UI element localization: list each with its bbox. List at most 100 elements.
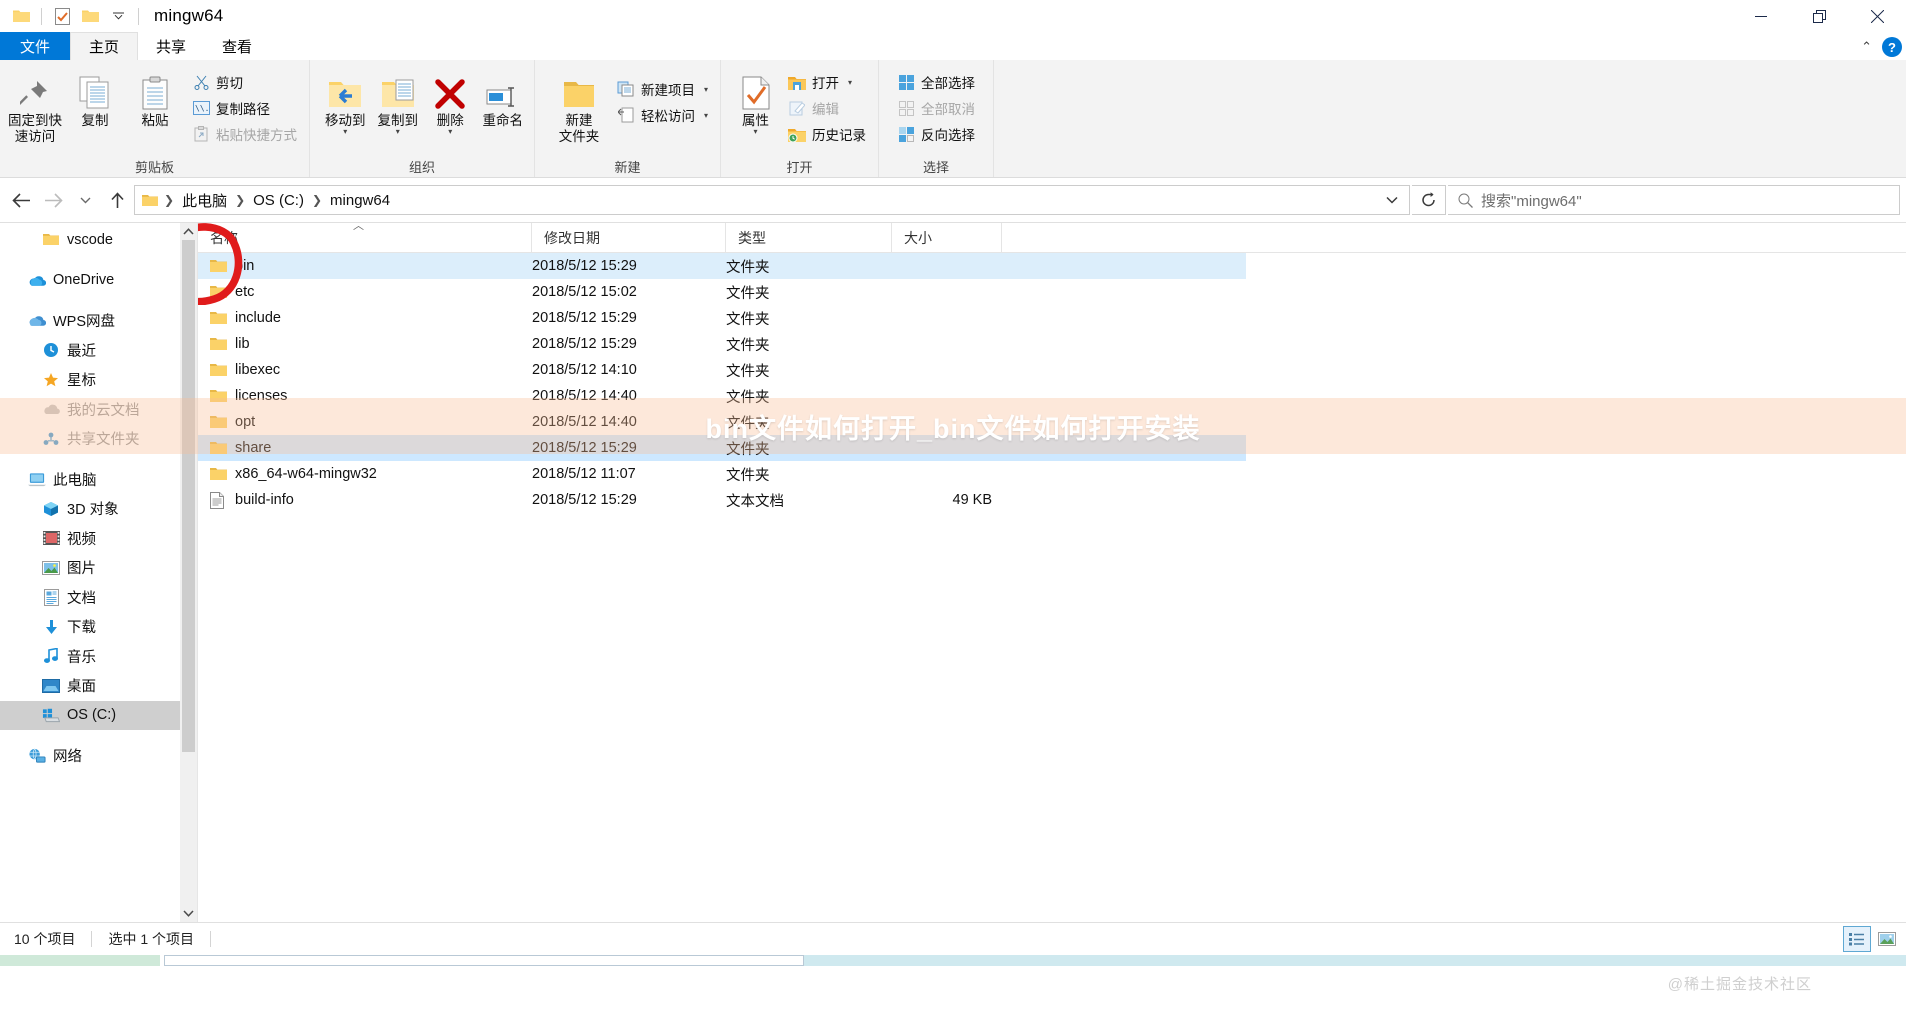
scrollbar-thumb[interactable] xyxy=(182,240,195,752)
copy-to-button[interactable]: 复制到 ▾ xyxy=(373,66,424,139)
scroll-down-arrow-icon[interactable] xyxy=(180,905,197,922)
table-row[interactable]: etc 2018/5/12 15:02 文件夹 xyxy=(198,279,1246,305)
breadcrumb-bar[interactable]: ❯ 此电脑 ❯ OS (C:) ❯ mingw64 xyxy=(134,185,1410,215)
sidebar-item-shared-folder[interactable]: 共享文件夹 xyxy=(0,424,197,454)
tab-view[interactable]: 查看 xyxy=(204,32,271,60)
new-item-dropdown-icon[interactable]: ▾ xyxy=(704,85,708,94)
details-view-icon[interactable] xyxy=(1843,926,1871,952)
recent-locations-button[interactable] xyxy=(70,185,100,215)
breadcrumb-item-2[interactable]: mingw64 xyxy=(325,190,395,211)
table-row[interactable]: libexec 2018/5/12 14:10 文件夹 xyxy=(198,357,1246,383)
copy-path-button[interactable]: \\.. 复制路径 xyxy=(186,95,303,121)
delete-dropdown-icon[interactable]: ▾ xyxy=(448,127,452,135)
table-row[interactable]: lib 2018/5/12 15:29 文件夹 xyxy=(198,331,1246,357)
sidebar-item-downloads[interactable]: 下载 xyxy=(0,612,197,642)
column-headers[interactable]: 名称 ︿ 修改日期 类型 大小 xyxy=(198,223,1906,305)
copy-path-label: 复制路径 xyxy=(216,102,270,117)
quick-access-toolbar[interactable] xyxy=(0,4,144,28)
tab-share[interactable]: 共享 xyxy=(138,32,205,60)
invert-selection-button[interactable]: 反向选择 xyxy=(891,121,981,147)
address-dropdown-icon[interactable] xyxy=(1379,196,1405,204)
paste-shortcut-button[interactable]: 粘贴快捷方式 xyxy=(186,121,303,147)
large-icons-view-icon[interactable] xyxy=(1874,927,1900,951)
copy-button[interactable]: 复制 xyxy=(66,66,124,133)
table-row[interactable]: include 2018/5/12 15:29 文件夹 xyxy=(198,305,1246,331)
history-button[interactable]: 历史记录 xyxy=(782,121,872,147)
new-folder-button[interactable]: 新建 文件夹 xyxy=(549,66,609,149)
minimize-button[interactable] xyxy=(1732,0,1790,32)
edit-button[interactable]: 编辑 xyxy=(782,95,872,121)
view-mode-buttons[interactable] xyxy=(1843,926,1900,952)
search-input[interactable]: 搜索"mingw64" xyxy=(1448,185,1900,215)
move-to-button[interactable]: 移动到 ▾ xyxy=(320,66,371,139)
breadcrumb-sep-1[interactable]: ❯ xyxy=(234,193,246,207)
refresh-button[interactable] xyxy=(1412,185,1446,215)
select-none-button[interactable]: 全部取消 xyxy=(891,95,981,121)
sidebar-item-music[interactable]: 音乐 xyxy=(0,642,197,672)
sidebar-item-documents[interactable]: 文档 xyxy=(0,583,197,613)
sidebar-item-os-c[interactable]: OS (C:) xyxy=(0,700,197,730)
forward-button[interactable] xyxy=(38,185,68,215)
breadcrumb-item-0[interactable]: 此电脑 xyxy=(177,188,232,213)
up-button[interactable] xyxy=(102,185,132,215)
folder-icon[interactable] xyxy=(8,4,34,28)
collapse-ribbon-icon[interactable]: ⌃ xyxy=(1861,39,1872,55)
table-row[interactable]: x86_64-w64-mingw32 2018/5/12 11:07 文件夹 xyxy=(198,461,1246,487)
ribbon-tab-actions[interactable]: ⌃ ? xyxy=(1861,37,1902,57)
paste-button[interactable]: 粘贴 xyxy=(126,66,184,133)
copy-to-dropdown-icon[interactable]: ▾ xyxy=(396,127,400,135)
sidebar-item-desktop[interactable]: 桌面 xyxy=(0,671,197,701)
quick-access-dropdown-icon[interactable] xyxy=(105,4,131,28)
sidebar-item-vscode[interactable]: vscode xyxy=(0,225,197,255)
properties-icon[interactable] xyxy=(49,4,75,28)
maximize-button[interactable] xyxy=(1790,0,1848,32)
breadcrumb-sep-0[interactable]: ❯ xyxy=(163,193,175,207)
tab-file[interactable]: 文件 xyxy=(0,32,71,60)
sidebar-item-pictures[interactable]: 图片 xyxy=(0,553,197,583)
properties-dropdown-icon[interactable]: ▾ xyxy=(753,127,757,135)
pin-to-quick-access-button[interactable]: 固定到快 速访问 xyxy=(6,66,64,149)
sidebar-item-my-cloud-docs[interactable]: 我的云文档 xyxy=(0,395,197,425)
table-row[interactable]: licenses 2018/5/12 14:40 文件夹 xyxy=(198,383,1246,409)
breadcrumb[interactable]: ❯ 此电脑 ❯ OS (C:) ❯ mingw64 xyxy=(163,188,1379,213)
easy-access-dropdown-icon[interactable]: ▾ xyxy=(704,111,708,120)
ribbon-tabs[interactable]: 文件 主页 共享 查看 ⌃ ? xyxy=(0,32,1906,60)
properties-button[interactable]: 属性 ▾ xyxy=(731,66,780,139)
sidebar-item-videos[interactable]: 视频 xyxy=(0,524,197,554)
column-header-type[interactable]: 类型 xyxy=(726,223,892,253)
sidebar-item-wps-cloud[interactable]: WPS网盘 xyxy=(0,306,197,336)
delete-button[interactable]: 删除 ▾ xyxy=(425,66,476,139)
help-icon[interactable]: ? xyxy=(1882,37,1902,57)
breadcrumb-item-1[interactable]: OS (C:) xyxy=(248,190,309,211)
sidebar-item-starred[interactable]: 星标 xyxy=(0,365,197,395)
navigation-scrollbar[interactable] xyxy=(180,223,197,922)
column-header-name[interactable]: 名称 ︿ xyxy=(198,223,532,253)
sidebar-item-onedrive[interactable]: OneDrive xyxy=(0,266,197,296)
scroll-up-arrow-icon[interactable] xyxy=(180,223,197,240)
new-folder-icon[interactable] xyxy=(77,4,103,28)
close-button[interactable] xyxy=(1848,0,1906,32)
rename-button[interactable]: 重命名 xyxy=(478,66,529,133)
window-controls[interactable] xyxy=(1732,0,1906,32)
table-row[interactable]: opt 2018/5/12 14:40 文件夹 xyxy=(198,409,1246,435)
breadcrumb-sep-2[interactable]: ❯ xyxy=(311,193,323,207)
easy-access-button[interactable]: 轻松访问 ▾ xyxy=(611,102,714,128)
sidebar-item-this-pc[interactable]: 此电脑 xyxy=(0,465,197,495)
open-dropdown-icon[interactable]: ▾ xyxy=(848,78,852,87)
sidebar-item-recent[interactable]: 最近 xyxy=(0,336,197,366)
tab-home[interactable]: 主页 xyxy=(70,32,139,60)
column-header-date[interactable]: 修改日期 xyxy=(532,223,726,253)
sidebar-item-network[interactable]: 网络 xyxy=(0,741,197,771)
new-item-button[interactable]: 新建项目 ▾ xyxy=(611,76,714,102)
sidebar-item-3d-objects[interactable]: 3D 对象 xyxy=(0,494,197,524)
delete-icon xyxy=(434,70,466,110)
column-header-size[interactable]: 大小 xyxy=(892,223,1002,253)
open-button[interactable]: 打开 ▾ xyxy=(782,69,872,95)
cut-button[interactable]: 剪切 xyxy=(186,69,303,95)
table-row[interactable]: share 2018/5/12 15:29 文件夹 xyxy=(198,435,1246,461)
back-button[interactable] xyxy=(6,185,36,215)
move-to-dropdown-icon[interactable]: ▾ xyxy=(343,127,347,135)
table-row[interactable]: build-info 2018/5/12 15:29 文本文档 49 KB xyxy=(198,487,1246,513)
table-row[interactable]: bin 2018/5/12 15:29 文件夹 xyxy=(198,253,1246,279)
select-all-button[interactable]: 全部选择 xyxy=(891,69,981,95)
